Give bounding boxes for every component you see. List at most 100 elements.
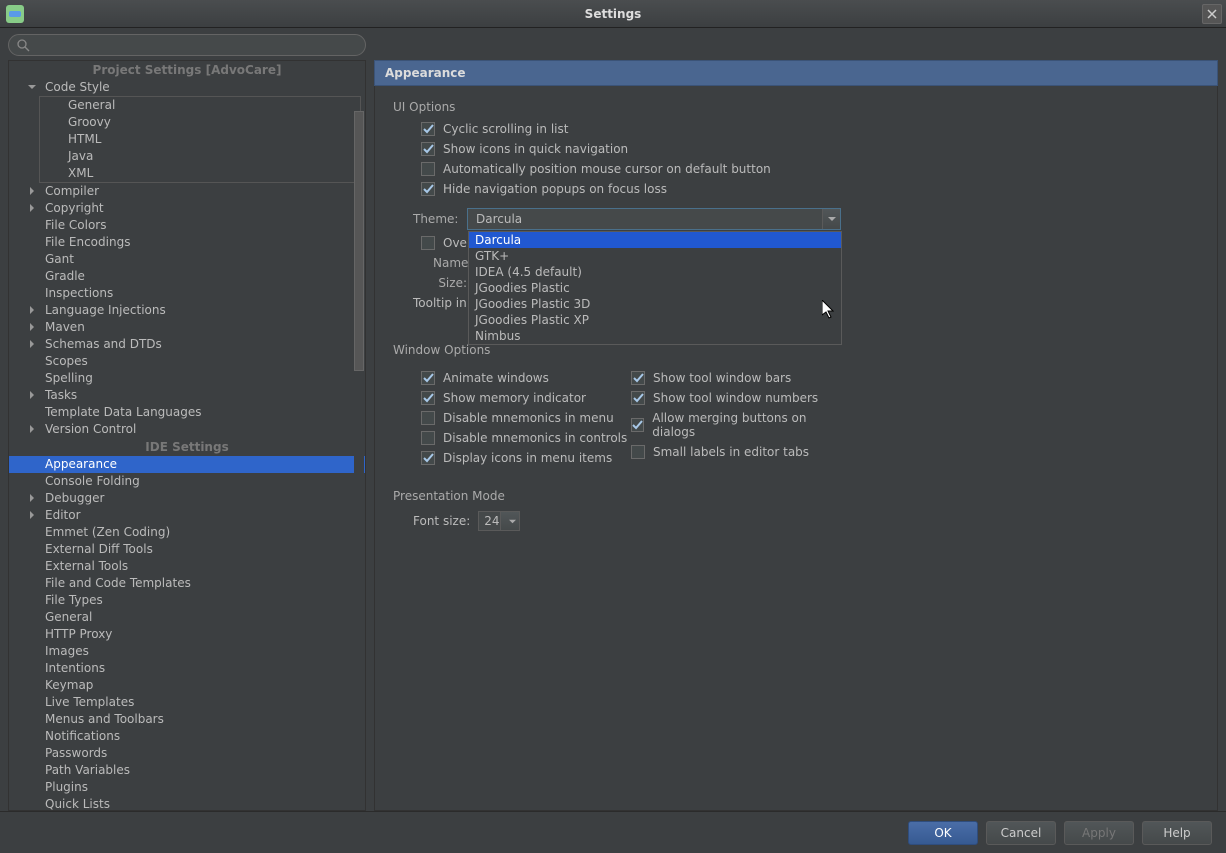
apply-button[interactable]: Apply bbox=[1064, 821, 1134, 845]
tree-item[interactable]: File Encodings bbox=[9, 234, 365, 251]
panel-header: Appearance bbox=[374, 60, 1218, 86]
opt-label: Hide navigation popups on focus loss bbox=[443, 182, 667, 196]
checkbox-icon bbox=[631, 391, 645, 405]
theme-combo[interactable]: Darcula DarculaGTK+IDEA (4.5 default)JGo… bbox=[467, 208, 841, 230]
settings-detail-panel: Appearance UI Options Cyclic scrolling i… bbox=[374, 60, 1218, 811]
tree-scrollbar[interactable] bbox=[354, 111, 364, 531]
opt-memory[interactable]: Show memory indicator bbox=[421, 391, 631, 405]
tree-item[interactable]: Passwords bbox=[9, 745, 365, 762]
opt-mnemonics-menu[interactable]: Disable mnemonics in menu bbox=[421, 411, 631, 425]
tree-item[interactable]: Menus and Toolbars bbox=[9, 711, 365, 728]
opt-cyclic-scrolling[interactable]: Cyclic scrolling in list bbox=[421, 122, 1199, 136]
theme-dropdown[interactable]: DarculaGTK+IDEA (4.5 default)JGoodies Pl… bbox=[468, 231, 842, 345]
opt-show-icons[interactable]: Show icons in quick navigation bbox=[421, 142, 1199, 156]
opt-animate[interactable]: Animate windows bbox=[421, 371, 631, 385]
theme-option[interactable]: GTK+ bbox=[469, 248, 841, 264]
tree-item[interactable]: General bbox=[40, 97, 360, 114]
titlebar: Settings bbox=[0, 0, 1226, 28]
opt-label: Show memory indicator bbox=[443, 391, 586, 405]
tree-item[interactable]: Keymap bbox=[9, 677, 365, 694]
checkbox-icon bbox=[421, 122, 435, 136]
tree-item[interactable]: Template Data Languages bbox=[9, 404, 365, 421]
opt-label: Show tool window bars bbox=[653, 371, 791, 385]
tree-item[interactable]: HTTP Proxy bbox=[9, 626, 365, 643]
tree-item[interactable]: Maven bbox=[9, 319, 365, 336]
tree-item[interactable]: File Types bbox=[9, 592, 365, 609]
tree-item[interactable]: Compiler bbox=[9, 183, 365, 200]
tree-item[interactable]: Gradle bbox=[9, 268, 365, 285]
ok-button[interactable]: OK bbox=[908, 821, 978, 845]
tree-item[interactable]: Groovy bbox=[40, 114, 360, 131]
font-size-label: Font size: bbox=[413, 514, 470, 528]
opt-allow-merge[interactable]: Allow merging buttons on dialogs bbox=[631, 411, 841, 439]
theme-option[interactable]: JGoodies Plastic 3D bbox=[469, 296, 841, 312]
tree-item[interactable]: Notifications bbox=[9, 728, 365, 745]
tree-item[interactable]: Emmet (Zen Coding) bbox=[9, 524, 365, 541]
font-size-row: Font size: 24 bbox=[413, 511, 1199, 531]
tree-item[interactable]: Schemas and DTDs bbox=[9, 336, 365, 353]
tree-item[interactable]: Editor bbox=[9, 507, 365, 524]
tree-item-code-style[interactable]: Code Style bbox=[9, 79, 365, 96]
search-input[interactable] bbox=[8, 34, 366, 56]
cancel-button[interactable]: Cancel bbox=[986, 821, 1056, 845]
opt-auto-cursor[interactable]: Automatically position mouse cursor on d… bbox=[421, 162, 1199, 176]
tree-item[interactable]: Plugins bbox=[9, 779, 365, 796]
tree-item[interactable]: Version Control bbox=[9, 421, 365, 438]
opt-label: Disable mnemonics in menu bbox=[443, 411, 614, 425]
opt-label: Automatically position mouse cursor on d… bbox=[443, 162, 771, 176]
tree-item[interactable]: Java bbox=[40, 148, 360, 165]
tree-item[interactable]: Console Folding bbox=[9, 473, 365, 490]
help-button[interactable]: Help bbox=[1142, 821, 1212, 845]
tree-item[interactable]: Intentions bbox=[9, 660, 365, 677]
theme-option[interactable]: IDEA (4.5 default) bbox=[469, 264, 841, 280]
checkbox-icon bbox=[421, 391, 435, 405]
theme-option[interactable]: JGoodies Plastic XP bbox=[469, 312, 841, 328]
tree-item[interactable]: General bbox=[9, 609, 365, 626]
theme-option[interactable]: Darcula bbox=[469, 232, 841, 248]
theme-option[interactable]: JGoodies Plastic bbox=[469, 280, 841, 296]
tree-item[interactable]: XML bbox=[40, 165, 360, 182]
opt-label: Animate windows bbox=[443, 371, 549, 385]
scrollbar-thumb[interactable] bbox=[354, 111, 364, 371]
tree-item[interactable]: Gant bbox=[9, 251, 365, 268]
tree-heading-project: Project Settings [AdvoCare] bbox=[9, 61, 365, 79]
tree-item[interactable]: External Diff Tools bbox=[9, 541, 365, 558]
tree-item[interactable]: External Tools bbox=[9, 558, 365, 575]
opt-display-icons[interactable]: Display icons in menu items bbox=[421, 451, 631, 465]
tree-item[interactable]: Live Templates bbox=[9, 694, 365, 711]
checkbox-icon bbox=[421, 182, 435, 196]
tree-item[interactable]: File and Code Templates bbox=[9, 575, 365, 592]
tree-item[interactable]: Language Injections bbox=[9, 302, 365, 319]
code-style-children: GeneralGroovyHTMLJavaXML bbox=[39, 96, 361, 183]
opt-hide-nav[interactable]: Hide navigation popups on focus loss bbox=[421, 182, 1199, 196]
dialog-body: Project Settings [AdvoCare]Code StyleGen… bbox=[0, 28, 1226, 853]
tree-item[interactable]: Copyright bbox=[9, 200, 365, 217]
opt-tool-numbers[interactable]: Show tool window numbers bbox=[631, 391, 841, 405]
tree-item[interactable]: Appearance bbox=[9, 456, 365, 473]
tree-item[interactable]: Inspections bbox=[9, 285, 365, 302]
font-size-combo[interactable]: 24 bbox=[478, 511, 520, 531]
tree-item[interactable]: Tasks bbox=[9, 387, 365, 404]
tree-item[interactable]: Debugger bbox=[9, 490, 365, 507]
tree-item[interactable]: Path Variables bbox=[9, 762, 365, 779]
content-row: Project Settings [AdvoCare]Code StyleGen… bbox=[0, 60, 1226, 811]
chevron-down-icon bbox=[822, 209, 840, 229]
close-button[interactable] bbox=[1202, 4, 1222, 24]
window-title: Settings bbox=[585, 7, 642, 21]
checkbox-icon bbox=[421, 236, 435, 250]
tree-item[interactable]: Images bbox=[9, 643, 365, 660]
opt-mnemonics-controls[interactable]: Disable mnemonics in controls bbox=[421, 431, 631, 445]
opt-small-labels[interactable]: Small labels in editor tabs bbox=[631, 445, 841, 459]
dialog-footer: OK Cancel Apply Help bbox=[0, 811, 1226, 853]
tree-item[interactable]: Scopes bbox=[9, 353, 365, 370]
tree-item[interactable]: HTML bbox=[40, 131, 360, 148]
tree-item[interactable]: File Colors bbox=[9, 217, 365, 234]
search-icon bbox=[16, 38, 30, 52]
tree-item[interactable]: Spelling bbox=[9, 370, 365, 387]
search-row bbox=[0, 28, 1226, 60]
tree-item[interactable]: Quick Lists bbox=[9, 796, 365, 810]
panel-body: UI Options Cyclic scrolling in list Show… bbox=[374, 86, 1218, 811]
theme-option[interactable]: Nimbus bbox=[469, 328, 841, 344]
opt-tool-bars[interactable]: Show tool window bars bbox=[631, 371, 841, 385]
section-ui-options: UI Options bbox=[393, 100, 1199, 114]
